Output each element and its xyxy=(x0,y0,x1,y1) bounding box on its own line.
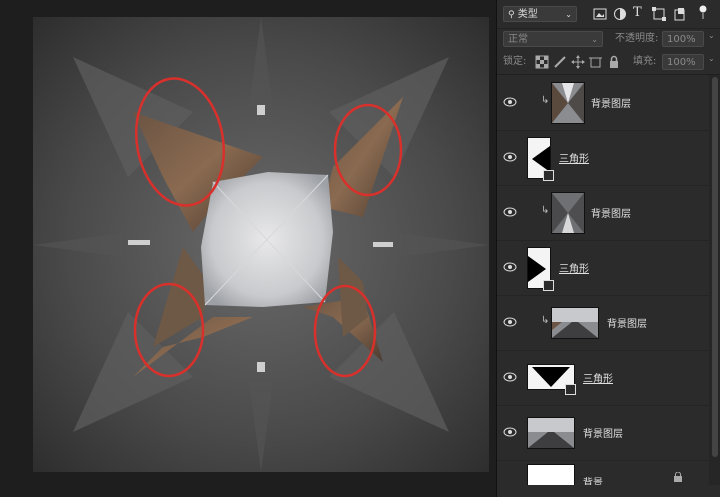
link-icon xyxy=(543,170,554,181)
layer-list: ↳ 背景图层 三角形 ↳ 背景图层 三角形 ↳ 背景图层 三角形 背景图层 背景 xyxy=(497,75,709,485)
opacity-input[interactable]: 100% xyxy=(662,31,704,47)
lock-image-pixels-icon[interactable] xyxy=(553,55,567,69)
filter-kind-select[interactable]: ⚲ 类型 ⌄ xyxy=(503,6,577,22)
layer-thumbnail xyxy=(551,192,585,234)
smart-object-filter-icon[interactable] xyxy=(673,7,687,21)
visibility-eye-icon[interactable] xyxy=(503,96,517,108)
filter-toggle-icon[interactable] xyxy=(696,5,710,19)
lock-position-icon[interactable] xyxy=(571,55,585,69)
visibility-eye-icon[interactable] xyxy=(503,206,517,218)
layer-row[interactable]: 背景图层 xyxy=(497,405,709,461)
layer-row[interactable]: 三角形 xyxy=(497,350,709,406)
layer-name: 三角形 xyxy=(583,374,613,385)
layers-panel: ⚲ 类型 ⌄ T 正常 ⌄ 不透明度: 100% ⌄ 锁定: 填充: 100% … xyxy=(496,0,720,497)
fill-input[interactable]: 100% xyxy=(662,54,704,70)
lock-artboard-icon[interactable] xyxy=(589,55,603,69)
layer-row[interactable]: ↳ 背景图层 xyxy=(497,75,709,131)
layer-row[interactable]: 三角形 xyxy=(497,130,709,186)
layer-thumbnail xyxy=(551,82,585,124)
layer-panel-footer xyxy=(497,485,720,497)
layer-filter-bar: ⚲ 类型 ⌄ T xyxy=(497,0,720,29)
layer-thumbnail xyxy=(527,464,575,485)
layer-row[interactable]: ↳ 背景图层 xyxy=(497,185,709,241)
layer-name: 背景图层 xyxy=(583,429,623,440)
fill-value: 100% xyxy=(667,57,696,68)
fill-label: 填充: xyxy=(633,56,657,67)
blend-opacity-bar: 正常 ⌄ 不透明度: 100% ⌄ xyxy=(497,28,720,50)
opacity-value: 100% xyxy=(667,34,696,45)
layer-name: 三角形 xyxy=(559,264,589,275)
clipping-mask-icon: ↳ xyxy=(541,95,550,106)
chevron-down-icon: ⌄ xyxy=(591,35,598,44)
scrollbar-thumb[interactable] xyxy=(712,77,718,457)
blend-mode-select[interactable]: 正常 ⌄ xyxy=(503,31,603,47)
chevron-down-icon[interactable]: ⌄ xyxy=(708,31,715,40)
layer-row[interactable]: 三角形 xyxy=(497,240,709,296)
blend-mode-value: 正常 xyxy=(508,34,528,45)
document-canvas[interactable] xyxy=(0,0,496,497)
clipping-mask-icon: ↳ xyxy=(541,315,550,326)
kaleidoscope-artwork xyxy=(33,17,489,472)
lock-transparent-pixels-icon[interactable] xyxy=(535,55,549,69)
visibility-eye-icon[interactable] xyxy=(503,151,517,163)
shape-filter-icon[interactable] xyxy=(652,7,666,21)
chevron-down-icon[interactable]: ⌄ xyxy=(708,54,715,63)
filter-kind-value: 类型 xyxy=(517,9,538,20)
lock-all-icon[interactable] xyxy=(607,55,621,69)
link-icon xyxy=(565,384,576,395)
opacity-label: 不透明度: xyxy=(615,33,659,44)
layer-name: 三角形 xyxy=(559,154,589,165)
layer-row[interactable]: ↳ 背景图层 xyxy=(497,295,709,351)
layer-name: 背景图层 xyxy=(591,99,631,110)
link-icon xyxy=(543,280,554,291)
chevron-down-icon: ⌄ xyxy=(565,10,572,19)
layer-name: 背景图层 xyxy=(607,319,647,330)
image-filter-icon[interactable] xyxy=(593,7,607,21)
lock-fill-bar: 锁定: 填充: 100% ⌄ xyxy=(497,50,720,75)
adjustment-filter-icon[interactable] xyxy=(613,7,627,21)
layer-name: 背景 xyxy=(583,478,603,485)
layer-thumbnail xyxy=(527,417,575,449)
visibility-eye-icon[interactable] xyxy=(503,316,517,328)
layer-list-scrollbar[interactable] xyxy=(709,75,720,485)
lock-label: 锁定: xyxy=(503,56,527,67)
lock-icon xyxy=(674,472,682,482)
visibility-eye-icon[interactable] xyxy=(503,261,517,273)
layer-row[interactable]: 背景 xyxy=(497,460,709,485)
layer-name: 背景图层 xyxy=(591,209,631,220)
layer-thumbnail xyxy=(551,307,599,339)
text-filter-icon[interactable]: T xyxy=(633,5,642,21)
visibility-eye-icon[interactable] xyxy=(503,426,517,438)
visibility-eye-icon[interactable] xyxy=(503,371,517,383)
search-icon: ⚲ xyxy=(508,10,515,20)
clipping-mask-icon: ↳ xyxy=(541,205,550,216)
